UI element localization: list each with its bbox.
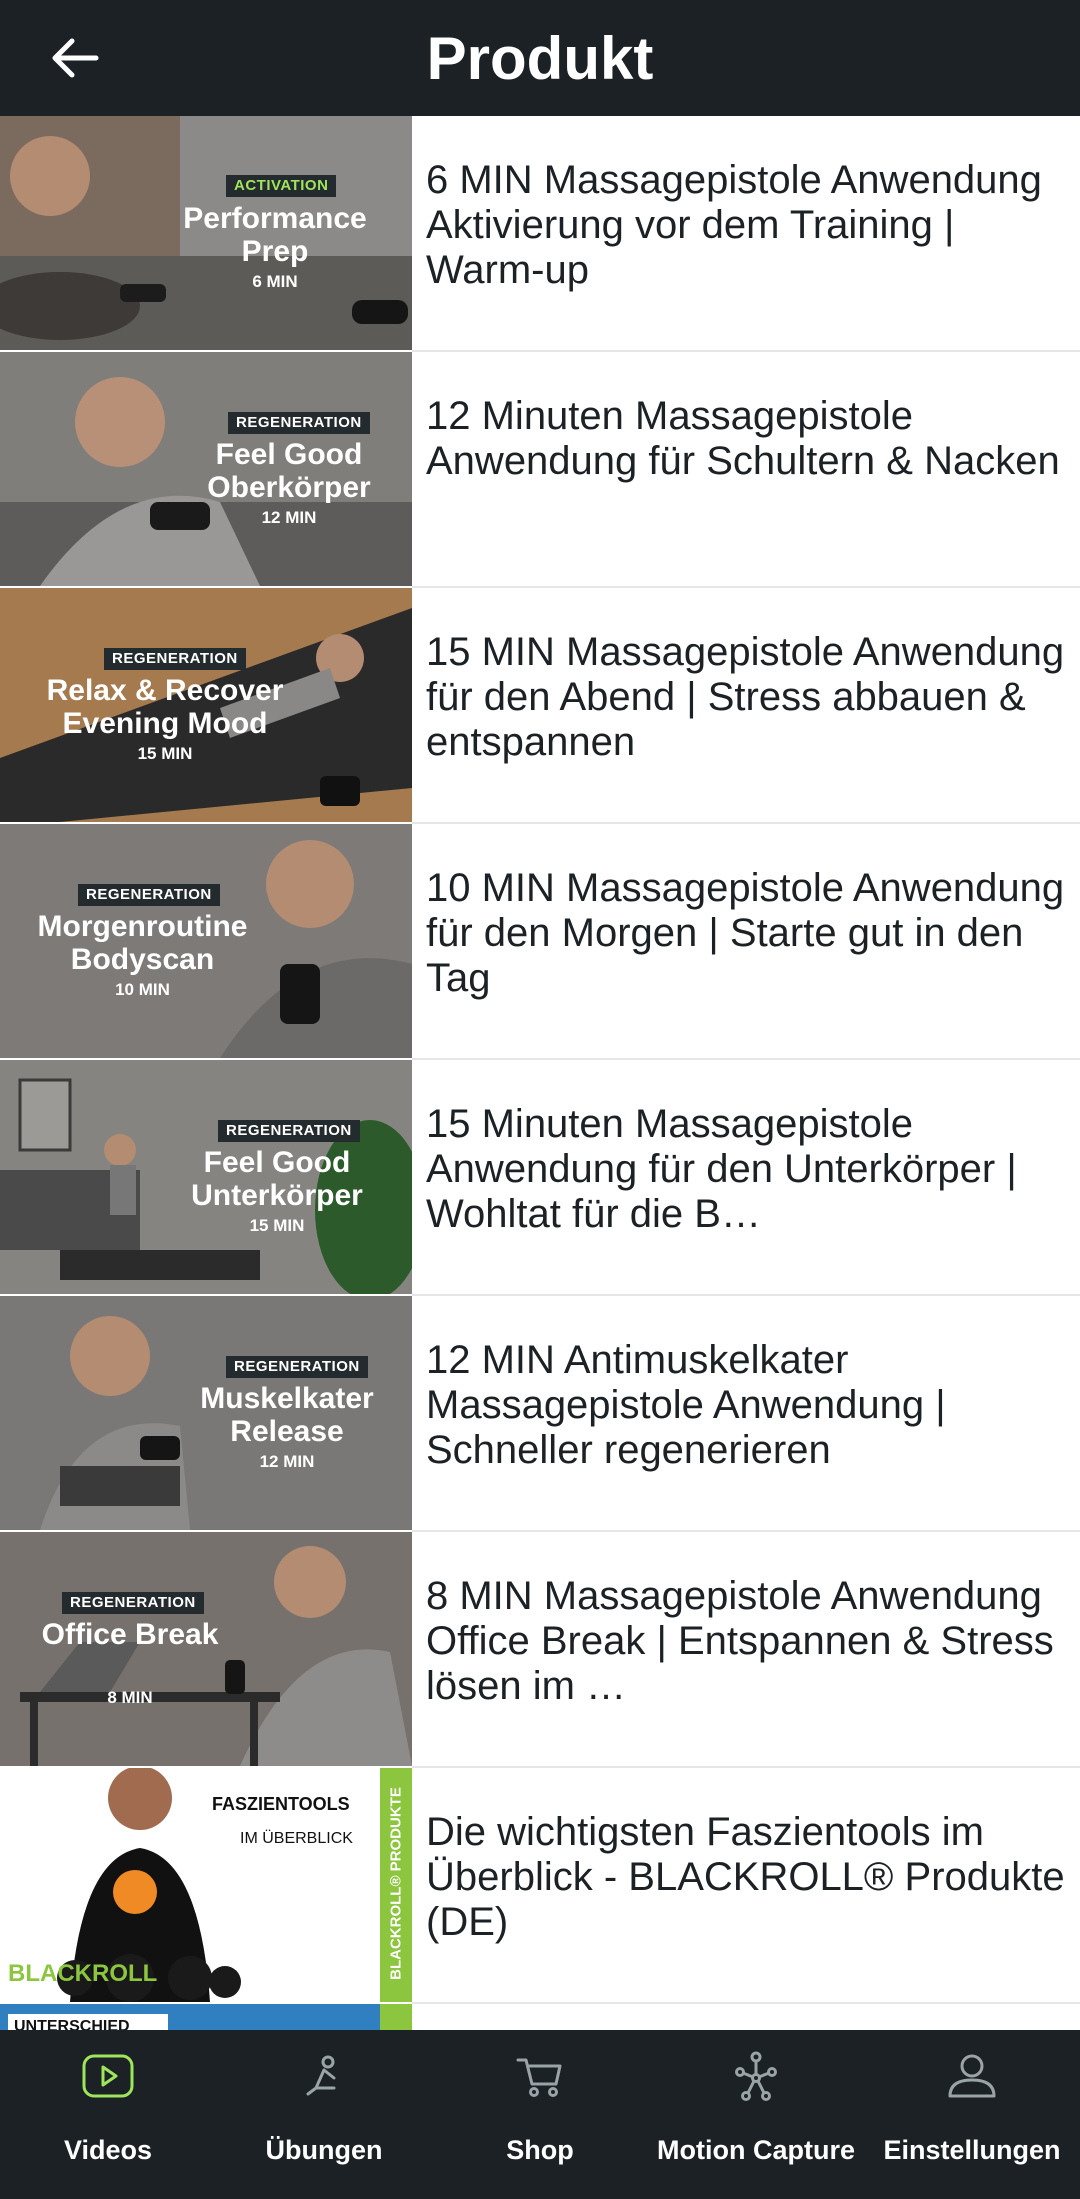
user-icon — [948, 2054, 996, 2098]
nav-item-motion-capture[interactable]: Motion Capture — [648, 2030, 864, 2199]
video-title: 6 MIN Massagepistole Anwendung Aktivieru… — [426, 158, 1042, 292]
page-title: Produkt — [426, 25, 654, 92]
thumbnail-duration: 12 MIN — [261, 508, 317, 527]
video-list-item[interactable]: REGENERATION Feel Good Unterkörper 15 MI… — [0, 1060, 1080, 1296]
video-list-item[interactable]: ACTIVATION Performance Prep 6 MIN 6 MIN … — [0, 116, 1080, 352]
video-title: Die wichtigsten Faszientools im Überblic… — [426, 1810, 1065, 1944]
video-thumbnail[interactable]: REGENERATION Muskelkater Release 12 MIN — [0, 1296, 412, 1530]
thumbnail-headline: Performance Prep — [183, 202, 367, 268]
nav-item-shop[interactable]: Shop — [432, 2030, 648, 2199]
video-thumbnail[interactable]: REGENERATION Relax & Recover Evening Moo… — [0, 588, 412, 822]
video-title: 10 MIN Massagepistole Anwendung für den … — [426, 866, 1065, 1000]
thumbnail-duration: 12 MIN — [259, 1452, 315, 1471]
nav-label: Shop — [506, 2135, 574, 2165]
video-list-item[interactable]: UNTERSCHIED — [0, 2004, 1080, 2030]
video-title: 12 Minuten Massagepistole Anwendung für … — [426, 394, 1060, 483]
thumbnail-headline: Feel Good Oberkörper — [207, 438, 371, 504]
thumbnail-headline: Morgenroutine Bodyscan — [37, 910, 248, 976]
thumbnail-headline: FASZIENTOOLS — [212, 1794, 350, 1814]
motion-capture-icon — [735, 2051, 777, 2101]
thumbnail-tag: REGENERATION — [62, 1592, 204, 1614]
thumbnail-headline: Office Break — [41, 1618, 219, 1651]
exercise-icon — [306, 2055, 336, 2096]
thumbnail-headline: UNTERSCHIED — [14, 2018, 130, 2030]
thumbnail-subtitle: IM ÜBERBLICK — [240, 1830, 353, 1847]
thumbnail-duration: 8 MIN — [107, 1688, 153, 1707]
thumbnail-duration: 15 MIN — [137, 744, 193, 763]
thumbnail-headline: Muskelkater Release — [200, 1382, 374, 1448]
video-list-item[interactable]: REGENERATION Muskelkater Release 12 MIN … — [0, 1296, 1080, 1532]
video-thumbnail[interactable]: REGENERATION Morgenroutine Bodyscan 10 M… — [0, 824, 412, 1058]
thumbnail-duration: 6 MIN — [252, 272, 298, 291]
video-title: 15 Minuten Massagepistole Anwendung für … — [426, 1102, 1017, 1236]
video-list-item[interactable]: FASZIENTOOLS IM ÜBERBLICK BLACKROLL® PRO… — [0, 1768, 1080, 2004]
thumbnail-duration: 15 MIN — [249, 1216, 305, 1235]
thumbnail-tag: REGENERATION — [228, 412, 370, 434]
thumbnail-side-label: BLACKROLL® PRODUKTE — [387, 1787, 405, 1980]
video-list[interactable]: ACTIVATION Performance Prep 6 MIN 6 MIN … — [0, 116, 1080, 2030]
video-thumbnail[interactable]: ACTIVATION Performance Prep 6 MIN — [0, 116, 412, 350]
thumbnail-headline: Feel Good Unterkörper — [191, 1146, 363, 1212]
video-list-item[interactable]: REGENERATION Feel Good Oberkörper 12 MIN… — [0, 352, 1080, 588]
video-list-item[interactable]: REGENERATION Morgenroutine Bodyscan 10 M… — [0, 824, 1080, 1060]
nav-item-einstellungen[interactable]: Einstellungen — [864, 2030, 1080, 2199]
nav-label: Übungen — [265, 2135, 383, 2165]
thumbnail-tag: REGENERATION — [226, 1356, 368, 1378]
app-header: Produkt — [0, 0, 1080, 116]
nav-label: Motion Capture — [657, 2135, 855, 2165]
thumbnail-tag: ACTIVATION — [226, 175, 337, 197]
thumbnail-headline: Relax & Recover Evening Mood — [46, 674, 284, 740]
video-title: 12 MIN Antimuskelkater Massagepistole An… — [426, 1338, 946, 1472]
nav-item-uebungen[interactable]: Übungen — [216, 2030, 432, 2199]
brand-logo: BLACKROLL — [8, 1960, 158, 1987]
thumbnail-tag: REGENERATION — [104, 648, 246, 670]
thumbnail-tag: REGENERATION — [78, 884, 220, 906]
video-thumbnail[interactable]: REGENERATION Feel Good Unterkörper 15 MI… — [0, 1060, 412, 1294]
video-thumbnail[interactable]: UNTERSCHIED — [0, 2004, 412, 2030]
video-thumbnail[interactable]: FASZIENTOOLS IM ÜBERBLICK BLACKROLL® PRO… — [0, 1768, 412, 2002]
thumbnail-duration: 10 MIN — [115, 980, 170, 999]
video-list-item[interactable]: REGENERATION Relax & Recover Evening Moo… — [0, 588, 1080, 824]
video-thumbnail[interactable]: REGENERATION Office Break 8 MIN — [0, 1532, 412, 1766]
nav-label: Videos — [63, 2135, 153, 2165]
video-list-item[interactable]: REGENERATION Office Break 8 MIN 8 MIN Ma… — [0, 1532, 1080, 1768]
video-title: 15 MIN Massagepistole Anwendung für den … — [426, 630, 1065, 764]
bottom-navigation: Videos Übungen Shop Motion Capture Einst… — [0, 2030, 1080, 2199]
nav-label: Einstellungen — [883, 2135, 1061, 2165]
play-icon — [82, 2054, 134, 2098]
cart-icon — [516, 2058, 562, 2097]
nav-item-videos[interactable]: Videos — [0, 2030, 216, 2199]
video-thumbnail[interactable]: REGENERATION Feel Good Oberkörper 12 MIN — [0, 352, 412, 586]
thumbnail-tag: REGENERATION — [218, 1120, 360, 1142]
video-title: 8 MIN Massagepistole Anwendung Office Br… — [426, 1574, 1054, 1708]
